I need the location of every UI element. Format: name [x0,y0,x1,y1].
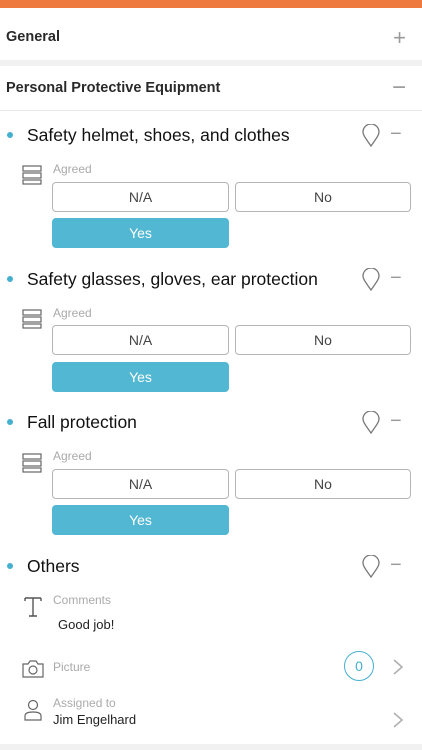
field-label: Agreed [53,449,92,463]
chevron-right-icon[interactable] [392,711,404,729]
list-icon [22,453,42,473]
option-na-button[interactable]: N/A [52,325,229,355]
collapse-ppe-button[interactable]: − [392,76,406,100]
item-bullet [7,419,13,425]
picture-label: Picture [53,660,91,674]
option-no-button[interactable]: No [235,325,411,355]
option-no-button[interactable]: No [235,469,411,499]
option-yes-button[interactable]: Yes [52,505,229,535]
location-pin-icon[interactable] [361,555,381,579]
remove-item-button[interactable]: − [390,268,402,288]
option-na-button[interactable]: N/A [52,182,229,212]
field-label: Agreed [53,162,92,176]
comments-value[interactable]: Good job! [58,617,114,632]
location-pin-icon[interactable] [361,268,381,292]
others-title: Others [27,556,80,576]
remove-item-button[interactable]: − [390,124,402,144]
chevron-right-icon[interactable] [392,658,404,676]
option-no-button[interactable]: No [235,182,411,212]
item-bullet [7,132,13,138]
picture-count-badge[interactable]: 0 [344,651,374,681]
camera-icon [22,660,44,678]
location-pin-icon[interactable] [361,411,381,435]
ppe-section-header[interactable]: Personal Protective Equipment − [0,66,422,112]
remove-item-button[interactable]: − [390,411,402,431]
option-na-button[interactable]: N/A [52,469,229,499]
item-title: Safety helmet, shoes, and clothes [27,125,290,145]
general-section-header[interactable]: General + [0,10,422,60]
expand-general-button[interactable]: + [393,27,406,49]
bottom-separator [0,744,422,750]
location-pin-icon[interactable] [361,124,381,148]
field-label: Agreed [53,306,92,320]
item-bullet [7,276,13,282]
item-title: Safety glasses, gloves, ear protection [27,269,318,289]
option-yes-button[interactable]: Yes [52,218,229,248]
comments-label: Comments [53,593,112,607]
person-icon [24,699,42,721]
assignee-name[interactable]: Jim Engelhard [53,712,136,727]
assigned-label: Assigned to [53,696,116,710]
remove-item-button[interactable]: − [390,555,402,575]
item-bullet [7,563,13,569]
text-icon [24,597,42,617]
option-yes-button[interactable]: Yes [52,362,229,392]
ppe-section-title: Personal Protective Equipment [6,80,221,96]
header-divider [0,110,422,111]
top-accent-bar [0,0,422,8]
list-icon [22,165,42,185]
item-title: Fall protection [27,412,137,432]
list-icon [22,309,42,329]
general-section-title: General [6,29,60,45]
